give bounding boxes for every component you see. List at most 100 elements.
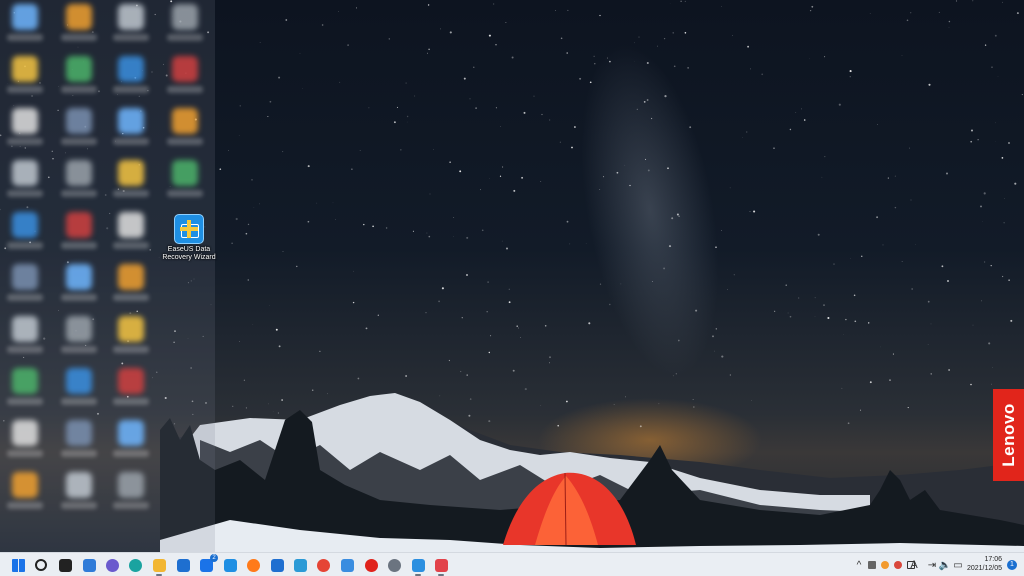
blurred-icon-label (61, 398, 97, 405)
blurred-desktop-icon[interactable] (118, 4, 144, 30)
chrome-icon[interactable] (314, 556, 332, 574)
blurred-icon-label (113, 294, 149, 301)
blurred-desktop-icon[interactable] (66, 316, 92, 342)
chat-icon[interactable] (103, 556, 121, 574)
mail-badge: 2 (210, 554, 218, 562)
blurred-desktop-icon[interactable] (12, 316, 38, 342)
start-icon[interactable] (9, 556, 27, 574)
phone-app-icon[interactable] (338, 556, 356, 574)
blurred-desktop-icon[interactable] (118, 420, 144, 446)
blurred-icon-label (113, 242, 149, 249)
blurred-desktop-icon[interactable] (12, 212, 38, 238)
blurred-icon-label (61, 190, 97, 197)
blurred-icon-label (113, 138, 149, 145)
blurred-desktop-icon[interactable] (118, 368, 144, 394)
blurred-icon-label (61, 86, 97, 93)
l-app-icon[interactable] (221, 556, 239, 574)
blurred-icon-label (7, 86, 43, 93)
shortcut-label: EaseUS Data Recovery Wizard (162, 246, 216, 261)
ime-indicator[interactable]: A (908, 558, 920, 572)
blurred-icon-label (7, 138, 43, 145)
system-clock[interactable]: 17:06 2021/12/05 (967, 555, 1002, 573)
blurred-desktop-icon[interactable] (12, 420, 38, 446)
blurred-icon-label (167, 138, 203, 145)
tray-orange-icon[interactable] (880, 558, 890, 572)
blurred-icon-label (113, 450, 149, 457)
blurred-icon-label (7, 34, 43, 41)
blurred-desktop-icon[interactable] (12, 368, 38, 394)
blurred-desktop-icon[interactable] (12, 160, 38, 186)
blurred-icon-label (61, 346, 97, 353)
blurred-desktop-icon[interactable] (12, 472, 38, 498)
opera-icon[interactable] (362, 556, 380, 574)
blurred-icon-label (61, 242, 97, 249)
settings-icon[interactable] (385, 556, 403, 574)
blurred-icon-label (167, 190, 203, 197)
blurred-desktop-icon[interactable] (66, 212, 92, 238)
edit-app-icon[interactable] (268, 556, 286, 574)
widgets-icon[interactable] (80, 556, 98, 574)
tray-app-icon[interactable] (867, 558, 877, 572)
blurred-icon-label (7, 398, 43, 405)
easeus-app-icon[interactable] (409, 556, 427, 576)
clock-time: 17:06 (984, 556, 1002, 563)
search-icon[interactable] (32, 556, 50, 574)
blurred-desktop-icon[interactable] (66, 108, 92, 134)
blurred-desktop-icon[interactable] (118, 160, 144, 186)
blurred-desktop-icon[interactable] (118, 316, 144, 342)
blurred-icon-label (61, 294, 97, 301)
blurred-desktop-icon[interactable] (172, 56, 198, 82)
volume-icon[interactable]: 🔈 (939, 558, 951, 572)
edge-icon[interactable] (126, 556, 144, 574)
show-hidden-icons-chevron[interactable]: ^ (853, 558, 865, 572)
blurred-icon-label (7, 502, 43, 509)
blurred-desktop-icon[interactable] (12, 264, 38, 290)
taskbar: 2 ^ A ⇥ 🔈 ▭ 17:06 2021/12/05 1 (0, 552, 1024, 576)
tray-red-icon[interactable] (893, 558, 903, 572)
blurred-desktop-icon[interactable] (66, 56, 92, 82)
blurred-desktop-icon[interactable] (12, 4, 38, 30)
blurred-desktop-icon[interactable] (66, 264, 92, 290)
blurred-desktop-icon[interactable] (66, 160, 92, 186)
network-icon[interactable]: ⇥ (926, 558, 938, 572)
blurred-icon-label (61, 502, 97, 509)
blurred-icon-label (7, 242, 43, 249)
remote-desktop-icon[interactable] (291, 556, 309, 574)
blurred-icon-label (7, 294, 43, 301)
lenovo-logo: Lenovo (993, 389, 1024, 481)
blurred-icon-label (113, 346, 149, 353)
blurred-desktop-icon[interactable] (66, 4, 92, 30)
blurred-desktop-icon[interactable] (118, 212, 144, 238)
blurred-desktop-icon[interactable] (172, 160, 198, 186)
blurred-desktop-icon[interactable] (118, 56, 144, 82)
task-view-icon[interactable] (56, 556, 74, 574)
store-icon[interactable] (174, 556, 192, 574)
blurred-icon-label (167, 86, 203, 93)
blurred-desktop-icon[interactable] (66, 472, 92, 498)
blurred-icon-label (7, 346, 43, 353)
blurred-desktop-icon[interactable] (172, 4, 198, 30)
mail-icon[interactable]: 2 (197, 554, 218, 574)
notification-badge[interactable]: 1 (1007, 560, 1017, 570)
clock-date: 2021/12/05 (966, 565, 1002, 572)
easeus-desktop-shortcut[interactable]: EaseUS Data Recovery Wizard (161, 214, 217, 262)
blurred-desktop-icon[interactable] (12, 56, 38, 82)
blurred-desktop-icon[interactable] (66, 420, 92, 446)
desktop[interactable]: EaseUS Data Recovery Wizard Lenovo (0, 0, 1024, 552)
blurred-desktop-icon[interactable] (12, 108, 38, 134)
blurred-desktop-icon[interactable] (118, 264, 144, 290)
blurred-icon-label (113, 190, 149, 197)
firefox-icon[interactable] (244, 556, 262, 574)
blurred-icon-label (61, 138, 97, 145)
blurred-icon-label (113, 34, 149, 41)
blurred-icon-label (61, 450, 97, 457)
blurred-desktop-icon[interactable] (118, 108, 144, 134)
snipping-tool-icon[interactable] (432, 556, 450, 576)
blurred-desktop-icon[interactable] (118, 472, 144, 498)
blurred-icon-label (113, 398, 149, 405)
blurred-desktop-icon[interactable] (172, 108, 198, 134)
blurred-icon-label (7, 190, 43, 197)
blurred-desktop-icon[interactable] (66, 368, 92, 394)
file-explorer-icon[interactable] (150, 556, 168, 576)
battery-icon[interactable]: ▭ (952, 558, 964, 572)
